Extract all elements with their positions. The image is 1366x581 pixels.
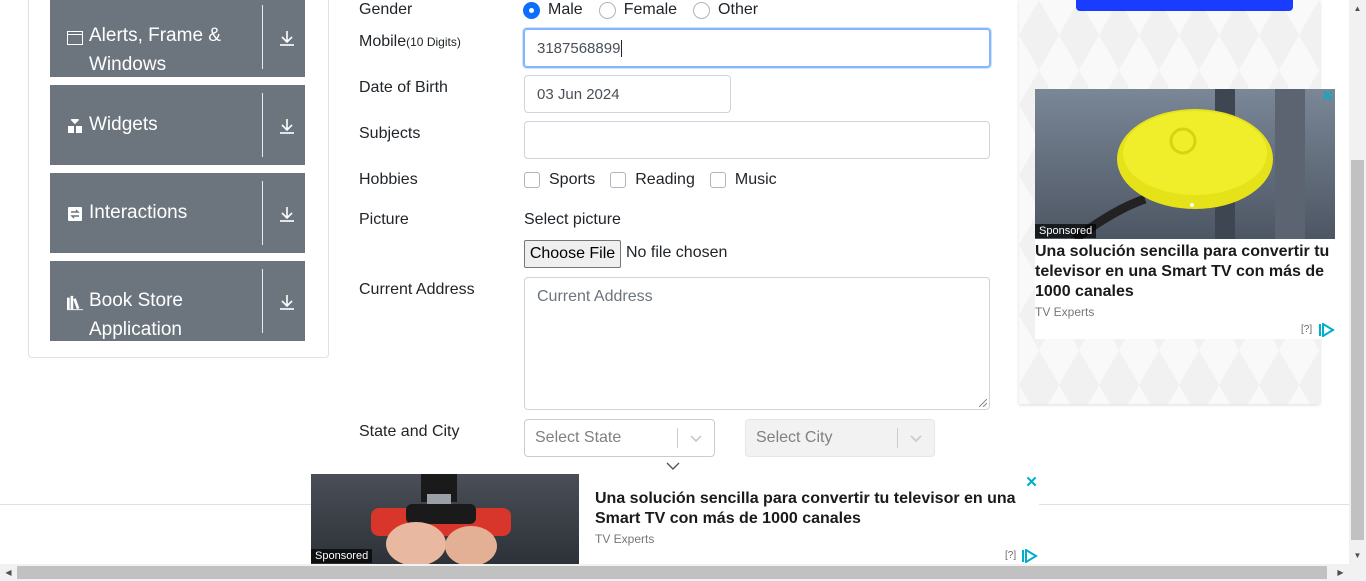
hobby-music-option[interactable]: Music <box>709 171 777 189</box>
sidebar-group-label: Alerts, Frame & Windows <box>89 25 221 75</box>
mobile-label-text: Mobile <box>359 33 407 50</box>
divider <box>677 428 678 448</box>
checkbox-music[interactable] <box>709 172 726 188</box>
horizontal-scrollbar[interactable]: ◀ ▶ <box>0 564 1366 581</box>
horizontal-scroll-thumb[interactable] <box>17 566 1327 579</box>
dob-input[interactable]: 03 Jun 2024 <box>524 75 731 113</box>
hobby-sports-option[interactable]: Sports <box>524 171 595 189</box>
download-icon[interactable] <box>278 29 296 47</box>
ad-source[interactable]: TV Experts <box>1035 305 1094 319</box>
gender-male-option[interactable]: Male <box>523 1 583 19</box>
divider <box>897 428 898 448</box>
sponsored-badge: Sponsored <box>311 549 373 563</box>
city-select[interactable]: Select City <box>745 419 935 457</box>
sponsored-badge: Sponsored <box>1035 224 1097 238</box>
subjects-input[interactable] <box>524 121 990 159</box>
window-icon <box>67 30 83 46</box>
mobile-label: Mobile(10 Digits) <box>359 33 461 51</box>
ad-source[interactable]: TV Experts <box>595 532 654 546</box>
city-placeholder: Select City <box>756 429 833 446</box>
current-address-textarea[interactable]: Current Address <box>524 277 990 410</box>
gender-female-option[interactable]: Female <box>598 1 678 19</box>
radio-female[interactable] <box>598 1 616 19</box>
state-city-label: State and City <box>359 423 460 440</box>
chevron-down-icon[interactable] <box>908 430 924 446</box>
adchoices-icon[interactable] <box>1022 549 1038 563</box>
choose-file-button[interactable]: Choose File <box>524 240 621 268</box>
scroll-left-icon[interactable]: ◀ <box>0 564 17 581</box>
checkbox-reading[interactable] <box>610 172 627 188</box>
bottom-ad-banner[interactable]: Sponsored ✕ Una solución sencilla para c… <box>311 474 1039 564</box>
ad-cta-button[interactable] <box>1076 0 1293 11</box>
hobby-music-label: Music <box>734 171 777 188</box>
close-icon[interactable]: ✕ <box>1024 475 1039 490</box>
divider <box>50 341 305 342</box>
gender-options: Male Female Other <box>523 0 774 20</box>
download-icon[interactable] <box>278 205 296 223</box>
state-select[interactable]: Select State <box>524 419 715 457</box>
download-icon[interactable] <box>278 293 296 311</box>
books-icon <box>67 295 83 311</box>
select-picture-label: Select picture <box>524 211 621 228</box>
sidebar-group-label: Widgets <box>89 114 158 135</box>
sidebar-group-interactions[interactable]: Interactions <box>50 173 305 253</box>
ad-headline[interactable]: Una solución sencilla para convertir tu … <box>1035 242 1333 302</box>
gender-male-label: Male <box>548 1 583 18</box>
scroll-right-icon[interactable]: ▶ <box>1332 564 1349 581</box>
download-icon[interactable] <box>278 117 296 135</box>
vertical-scroll-thumb[interactable] <box>1351 160 1364 540</box>
hobby-reading-option[interactable]: Reading <box>610 171 695 189</box>
address-placeholder: Current Address <box>537 288 653 305</box>
widgets-icon <box>67 118 83 134</box>
divider <box>262 5 263 69</box>
ad-image[interactable] <box>1035 89 1335 239</box>
dob-value: 03 Jun 2024 <box>537 85 620 103</box>
chevron-down-icon[interactable] <box>688 430 704 446</box>
sidebar-group-book-store[interactable]: Book Store Application <box>50 261 305 341</box>
address-label: Current Address <box>359 281 475 298</box>
picture-label: Picture <box>359 211 409 228</box>
close-icon[interactable]: ✕ <box>1320 89 1335 104</box>
sidebar-group-widgets[interactable]: Widgets <box>50 85 305 165</box>
radio-male[interactable] <box>523 1 540 19</box>
mobile-value: 3187568899 <box>537 39 621 57</box>
state-placeholder: Select State <box>535 429 622 446</box>
radio-other[interactable] <box>693 1 711 19</box>
scroll-up-icon[interactable]: ▲ <box>1349 0 1366 17</box>
hobby-sports-label: Sports <box>549 171 596 188</box>
text-caret <box>621 39 623 57</box>
adchoices-icon[interactable] <box>1319 323 1335 337</box>
gender-other-option[interactable]: Other <box>693 1 758 19</box>
hobby-reading-label: Reading <box>635 171 695 188</box>
ad-info[interactable]: [?] <box>1005 550 1016 561</box>
hobbies-label: Hobbies <box>359 171 418 188</box>
mobile-input[interactable]: 3187568899 <box>523 28 991 68</box>
ad-headline[interactable]: Una solución sencilla para convertir tu … <box>595 489 1025 529</box>
resize-grip-icon[interactable] <box>979 399 987 407</box>
gender-label: Gender <box>359 1 413 18</box>
chevron-down-icon[interactable] <box>666 461 680 471</box>
interactions-icon <box>67 206 83 222</box>
divider <box>262 181 263 245</box>
ad-info[interactable]: [?] <box>1301 324 1312 335</box>
sidebar-group-alerts[interactable]: Alerts, Frame & Windows <box>50 0 305 77</box>
dob-label: Date of Birth <box>359 79 448 96</box>
vertical-scrollbar[interactable]: ▲ ▼ <box>1349 0 1366 564</box>
gender-female-label: Female <box>623 1 678 18</box>
sidebar-group-label: Book Store Application <box>89 290 183 340</box>
gender-other-label: Other <box>718 1 759 18</box>
right-ad-card[interactable]: ✕ Sponsored Una solución sencilla para c… <box>1035 89 1335 339</box>
file-status: No file chosen <box>626 244 728 261</box>
subjects-label: Subjects <box>359 125 421 142</box>
divider <box>262 269 263 333</box>
sidebar-group-label: Interactions <box>89 202 188 223</box>
scroll-down-icon[interactable]: ▼ <box>1349 547 1366 564</box>
checkbox-sports[interactable] <box>524 172 540 188</box>
hobbies-options: Sports Reading Music <box>524 171 793 189</box>
divider <box>262 93 263 157</box>
mobile-hint: (10 Digits) <box>406 35 461 49</box>
